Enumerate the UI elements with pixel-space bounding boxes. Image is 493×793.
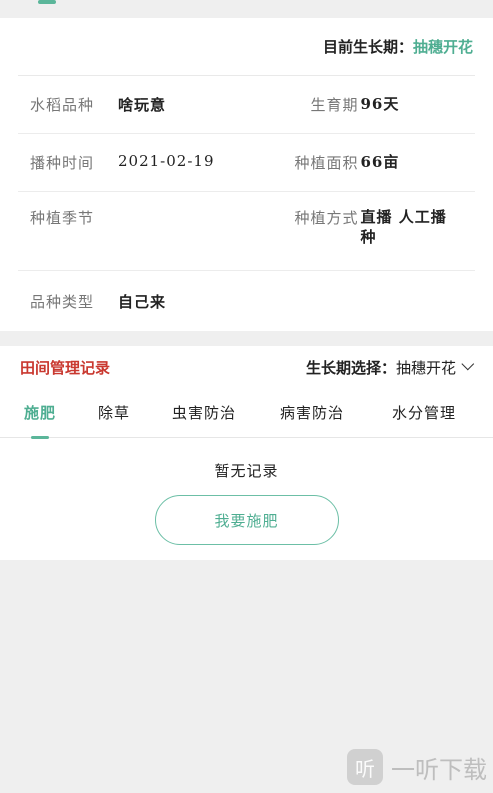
records-header: 田间管理记录 生长期选择： 抽穗开花 xyxy=(0,346,493,388)
method-label: 种植方式 xyxy=(294,209,359,227)
tab-disease-control[interactable]: 病害防治 xyxy=(280,402,344,423)
info-row-sowing: 播种时间 2021-02-19 种植面积 66亩 xyxy=(18,134,475,192)
field-records-card: 田间管理记录 生长期选择： 抽穗开花 施肥 除草 虫害防治 病害防治 水分管理 … xyxy=(0,346,493,560)
variety-value: 啥玩意 xyxy=(118,96,167,114)
records-title: 田间管理记录 xyxy=(20,358,111,377)
empty-records-text: 暂无记录 xyxy=(214,462,279,480)
top-tab-indicator xyxy=(38,0,56,4)
add-fertilize-button[interactable]: 我要施肥 xyxy=(154,495,339,545)
stage-select-value: 抽穗开花 xyxy=(395,358,456,377)
growth-period-label: 生育期 xyxy=(310,96,359,114)
tab-weeding[interactable]: 除草 xyxy=(98,402,130,423)
variety-type-label: 品种类型 xyxy=(30,292,95,311)
area-value: 66亩 xyxy=(360,153,400,171)
tab-water-management[interactable]: 水分管理 xyxy=(392,402,456,423)
sow-time-value: 2021-02-19 xyxy=(118,152,215,170)
record-tabs: 施肥 除草 虫害防治 病害防治 水分管理 xyxy=(0,388,493,438)
sow-time-label: 播种时间 xyxy=(30,154,95,172)
tab-fertilize[interactable]: 施肥 xyxy=(24,402,56,423)
info-row-variety: 水稻品种 啥玩意 生育期 96天 xyxy=(18,76,475,134)
watermark-logo-icon: 听 xyxy=(347,749,383,785)
crop-info-card: 目前生长期： 抽穗开花 水稻品种 啥玩意 生育期 96天 播种时间 2021-0… xyxy=(0,18,493,331)
method-value: 直播 人工播种 xyxy=(360,208,447,246)
info-row-season: 种植季节 种植方式 直播 人工播种 xyxy=(18,192,475,271)
growth-period-value: 96天 xyxy=(360,95,400,113)
current-stage-label: 目前生长期： xyxy=(322,38,413,56)
variety-label: 水稻品种 xyxy=(30,96,95,114)
stage-select-label: 生长期选择： xyxy=(305,358,396,377)
season-label: 种植季节 xyxy=(30,209,95,227)
watermark-text: 一听下载 xyxy=(391,755,487,784)
current-stage-row: 目前生长期： 抽穗开花 xyxy=(18,18,475,76)
stage-select-dropdown[interactable]: 生长期选择： 抽穗开花 xyxy=(305,357,475,378)
current-stage-value: 抽穗开花 xyxy=(412,38,473,56)
info-row-type: 品种类型 自己来 xyxy=(18,271,475,331)
variety-type-value: 自己来 xyxy=(118,292,167,311)
chevron-down-icon xyxy=(461,357,475,370)
top-strip xyxy=(0,0,493,18)
watermark: 听 一听下载 xyxy=(347,749,487,785)
tab-pest-control[interactable]: 虫害防治 xyxy=(172,402,236,423)
area-label: 种植面积 xyxy=(294,154,359,172)
